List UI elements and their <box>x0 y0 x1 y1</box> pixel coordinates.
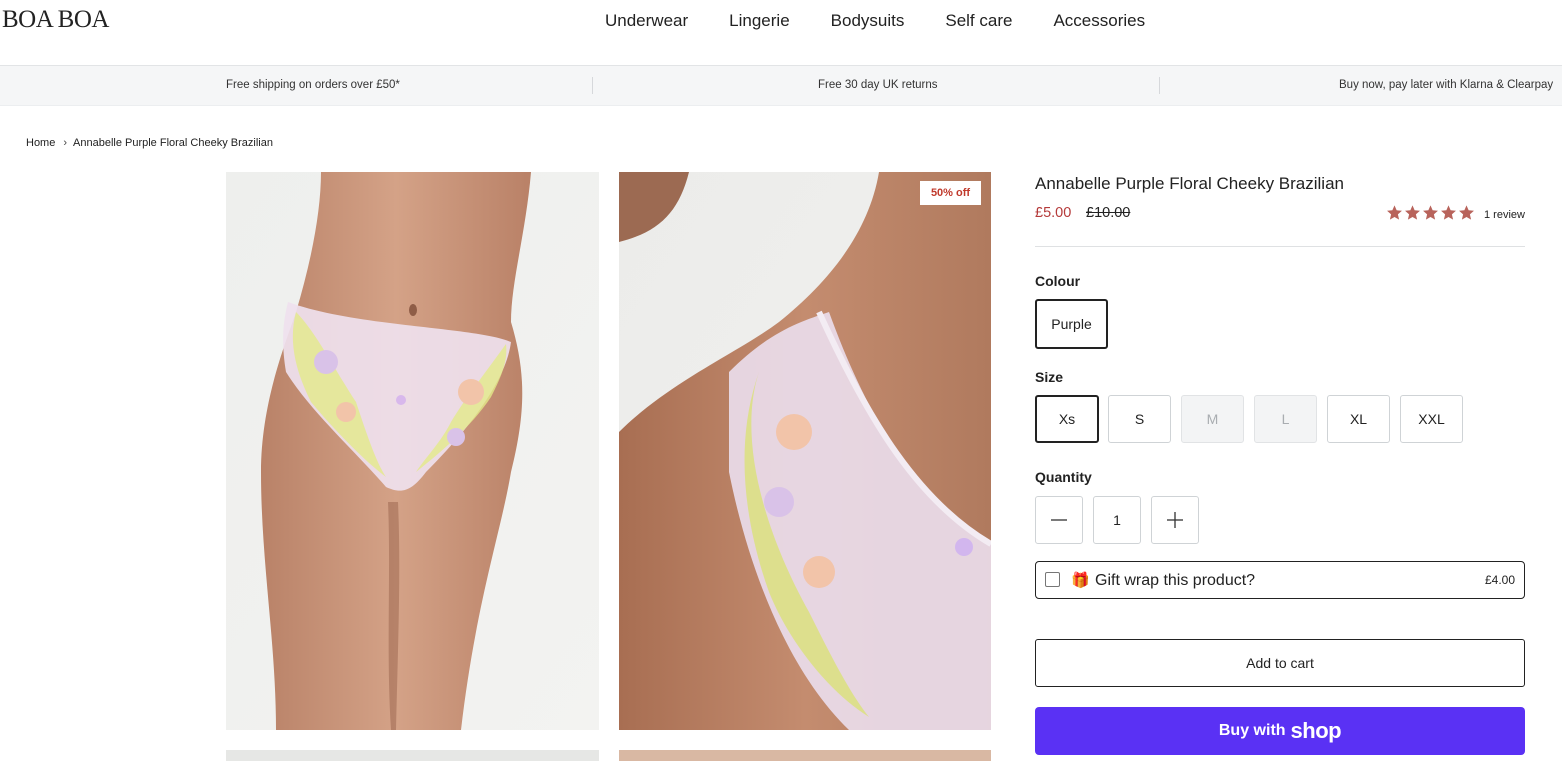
buy-with-label: Buy with <box>1218 722 1286 739</box>
star-icon <box>1441 205 1456 220</box>
star-icon <box>1387 205 1402 220</box>
plus-icon <box>1167 512 1183 528</box>
infobar-divider <box>592 77 593 94</box>
breadcrumb-current: Annabelle Purple Floral Cheeky Brazilian <box>73 137 273 149</box>
gift-wrap-label: Gift wrap this product? <box>1095 572 1256 589</box>
quantity-decrease-button[interactable] <box>1035 496 1083 544</box>
nav-item-accessories[interactable]: Accessories <box>1053 11 1145 31</box>
size-option-xxl[interactable]: XXL <box>1400 395 1463 443</box>
star-icon <box>1423 205 1438 220</box>
colour-label: Colour <box>1035 273 1081 289</box>
gift-icon: 🎁 <box>1071 572 1090 589</box>
shipping-notice: Free shipping on orders over £50* <box>226 79 400 91</box>
discount-badge: 50% off <box>920 181 981 205</box>
product-title: Annabelle Purple Floral Cheeky Brazilian <box>1035 174 1344 193</box>
shop-logo: shop <box>1290 718 1342 743</box>
review-count-link[interactable]: 1 review <box>1484 209 1525 221</box>
size-option-xl[interactable]: XL <box>1327 395 1390 443</box>
product-image-side[interactable] <box>619 172 991 730</box>
nav-item-underwear[interactable]: Underwear <box>605 11 688 31</box>
product-image-thumb-4[interactable] <box>619 750 991 761</box>
sale-price: £5.00 <box>1035 205 1072 221</box>
quantity-input[interactable]: 1 <box>1093 496 1141 544</box>
minus-icon <box>1051 519 1067 521</box>
size-option-xs[interactable]: Xs <box>1035 395 1099 443</box>
side-photo-illustration <box>619 172 991 730</box>
gift-wrap-price: £4.00 <box>1484 573 1515 587</box>
colour-option-purple[interactable]: Purple <box>1035 299 1108 349</box>
buy-with-shop-button[interactable]: Buy with shop <box>1035 707 1525 755</box>
nav-item-self-care[interactable]: Self care <box>945 11 1012 31</box>
announcement-bar: Free shipping on orders over £50* Free 3… <box>0 66 1562 106</box>
nav-item-lingerie[interactable]: Lingerie <box>729 11 790 31</box>
chevron-right-icon: › <box>63 137 68 149</box>
gift-wrap-checkbox[interactable] <box>1045 572 1060 587</box>
front-photo-illustration <box>226 172 599 730</box>
size-option-m[interactable]: M <box>1181 395 1244 443</box>
site-header: BOA BOA Underwear Lingerie Bodysuits Sel… <box>0 0 1562 66</box>
divider <box>1035 246 1525 247</box>
size-option-l[interactable]: L <box>1254 395 1317 443</box>
product-image-front[interactable] <box>226 172 599 730</box>
main-nav: Underwear Lingerie Bodysuits Self care A… <box>605 11 1186 31</box>
rating-stars[interactable] <box>1386 204 1475 221</box>
add-to-cart-button[interactable]: Add to cart <box>1035 639 1525 687</box>
product-image-thumb-3[interactable] <box>226 750 599 761</box>
returns-notice: Free 30 day UK returns <box>818 79 938 91</box>
size-label: Size <box>1035 369 1064 385</box>
gift-wrap-option[interactable]: 🎁 Gift wrap this product? £4.00 <box>1035 561 1525 599</box>
star-icon <box>1459 205 1474 220</box>
infobar-divider <box>1159 77 1160 94</box>
size-option-s[interactable]: S <box>1108 395 1171 443</box>
breadcrumb: Home › Annabelle Purple Floral Cheeky Br… <box>26 137 273 149</box>
brand-logo[interactable]: BOA BOA <box>2 6 109 34</box>
quantity-increase-button[interactable] <box>1151 496 1199 544</box>
star-icon <box>1405 205 1420 220</box>
nav-item-bodysuits[interactable]: Bodysuits <box>831 11 905 31</box>
quantity-label: Quantity <box>1035 469 1092 485</box>
paylater-notice: Buy now, pay later with Klarna & Clearpa… <box>1339 79 1554 91</box>
original-price: £10.00 <box>1086 205 1131 221</box>
breadcrumb-home[interactable]: Home <box>26 137 55 149</box>
